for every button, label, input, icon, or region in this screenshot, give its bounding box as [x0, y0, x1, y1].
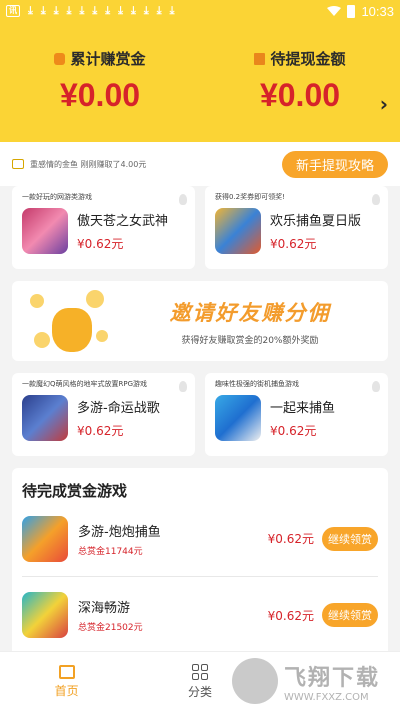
flame-icon: [372, 194, 380, 205]
game-tagline: 一款好玩的网游类游戏: [22, 193, 92, 201]
download-icon: ⤓: [40, 4, 46, 17]
tab-home-label: 首页: [54, 683, 79, 698]
game-card-row: 一款好玩的网游类游戏 傲天苍之女武神 ¥0.62元 获得0.2奖券即可领奖! 欢…: [0, 186, 400, 269]
game-card[interactable]: 获得0.2奖券即可领奖! 欢乐捕鱼夏日版 ¥0.62元: [205, 186, 388, 269]
game-tagline: 趣味性极强的街机捕鱼游戏: [215, 380, 299, 388]
game-thumbnail: [22, 515, 68, 562]
game-tagline: 获得0.2奖券即可领奖!: [215, 193, 285, 201]
banner-subtitle: 获得好友赚取赏金的20%额外奖励: [181, 335, 319, 346]
coins-icon: [54, 52, 66, 65]
pending-withdraw-label: 待提现金额: [270, 50, 346, 68]
home-icon: [58, 664, 75, 679]
game-reward: ¥0.62元: [270, 424, 317, 438]
announcement-icon: [12, 159, 24, 169]
chevron-right-icon[interactable]: ›: [380, 92, 388, 116]
download-icon: ⤓: [53, 4, 59, 17]
game-card[interactable]: 趣味性极强的街机捕鱼游戏 一起来捕鱼 ¥0.62元: [205, 373, 388, 456]
pending-withdraw[interactable]: 待提现金额 ¥0.00: [200, 22, 400, 142]
download-icon: ⤓: [169, 4, 175, 17]
watermark: 飞翔下载 WWW.FXXZ.COM: [232, 655, 392, 707]
total-earned-label: 累计赚赏金: [70, 50, 146, 68]
continue-reward-button[interactable]: 继续领赏: [322, 526, 378, 551]
flame-icon: [179, 381, 187, 392]
download-icon: ⤓: [118, 4, 123, 17]
flame-icon: [179, 194, 187, 205]
game-thumbnail: [22, 395, 68, 441]
grid-icon: [191, 663, 208, 680]
watermark-url: WWW.FXXZ.COM: [284, 691, 369, 703]
wifi-icon: [327, 6, 342, 16]
game-reward: ¥0.62元: [77, 424, 124, 438]
download-icon: ⤓: [92, 4, 98, 17]
section-title: 待完成赏金游戏: [22, 482, 128, 500]
withdraw-guide-button[interactable]: 新手提现攻略: [281, 150, 388, 178]
list-item[interactable]: 多游-炮炮捕鱼 总赏金11744元 ¥0.62元 继续领赏: [22, 501, 378, 577]
download-icon: ⤓: [156, 4, 162, 17]
status-bar: 讯 ⤓ ⤓ ⤓ ⤓ ⤓ ⤓ ⤓ ⤓ ⤓ ⤓ ⤓ ⤓ 10:33: [0, 0, 400, 22]
game-tagline: 一款魔幻Q萌风格的地牢式放置RPG游戏: [22, 380, 148, 388]
download-icon: ⤓: [143, 4, 149, 17]
game-reward: ¥0.62元: [270, 237, 317, 251]
game-total-reward: 总赏金21502元: [78, 623, 143, 633]
total-earned: 累计赚赏金 ¥0.00: [0, 22, 200, 142]
game-title: 傲天苍之女武神: [77, 214, 169, 229]
clock: 10:33: [361, 3, 394, 19]
total-earned-value: ¥0.00: [59, 77, 141, 113]
earnings-header: 累计赚赏金 ¥0.00 待提现金额 ¥0.00 ›: [0, 22, 400, 142]
banner-title: 邀请好友赚分佣: [169, 300, 331, 325]
pending-games-section: 待完成赏金游戏 多游-炮炮捕鱼 总赏金11744元 ¥0.62元 继续领赏 深海…: [12, 468, 388, 658]
game-card[interactable]: 一款魔幻Q萌风格的地牢式放置RPG游戏 多游-命运战歌 ¥0.62元: [12, 373, 195, 456]
game-card[interactable]: 一款好玩的网游类游戏 傲天苍之女武神 ¥0.62元: [12, 186, 195, 269]
download-icon: ⤓: [28, 4, 33, 17]
tab-category-label: 分类: [187, 684, 212, 699]
game-reward: ¥0.62元: [77, 237, 124, 251]
document-icon: [254, 52, 266, 65]
invite-friends-banner[interactable]: 邀请好友赚分佣 获得好友赚取赏金的20%额外奖励: [12, 281, 388, 361]
download-icon: ⤓: [66, 4, 72, 17]
game-thumbnail: [22, 208, 68, 254]
continue-reward-button[interactable]: 继续领赏: [322, 603, 378, 627]
list-item[interactable]: 深海畅游 总赏金21502元 ¥0.62元 继续领赏: [22, 577, 378, 653]
app-notification-icon: 讯: [6, 5, 20, 17]
game-title: 多游-炮炮捕鱼: [78, 524, 161, 540]
download-icon: ⤓: [79, 4, 85, 17]
pending-withdraw-value: ¥0.00: [259, 77, 341, 113]
flame-icon: [372, 381, 380, 392]
game-title: 一起来捕鱼: [270, 401, 336, 416]
game-reward: ¥0.62元: [267, 608, 314, 623]
notice-text: 重感情的金鱼 刚刚赚取了4.00元: [30, 159, 147, 169]
game-thumbnail: [215, 208, 261, 254]
watermark-title: 飞翔下载: [284, 665, 381, 691]
game-total-reward: 总赏金11744元: [78, 546, 143, 557]
game-thumbnail: [215, 395, 261, 441]
game-reward: ¥0.62元: [267, 532, 314, 546]
watermark-logo-icon: [232, 658, 278, 704]
money-bag-illustration: [26, 286, 116, 356]
notice-bar: 重感情的金鱼 刚刚赚取了4.00元 新手提现攻略: [0, 142, 400, 186]
download-icon: ⤓: [105, 4, 111, 17]
game-thumbnail: [22, 592, 68, 638]
game-title: 多游-命运战歌: [77, 401, 160, 416]
battery-icon: [347, 4, 356, 18]
game-card-row: 一款魔幻Q萌风格的地牢式放置RPG游戏 多游-命运战歌 ¥0.62元 趣味性极强…: [0, 373, 400, 456]
tab-home[interactable]: 首页: [0, 652, 133, 711]
game-title: 深海畅游: [78, 601, 131, 616]
download-icon: ⤓: [131, 4, 136, 17]
game-title: 欢乐捕鱼夏日版: [270, 214, 362, 229]
